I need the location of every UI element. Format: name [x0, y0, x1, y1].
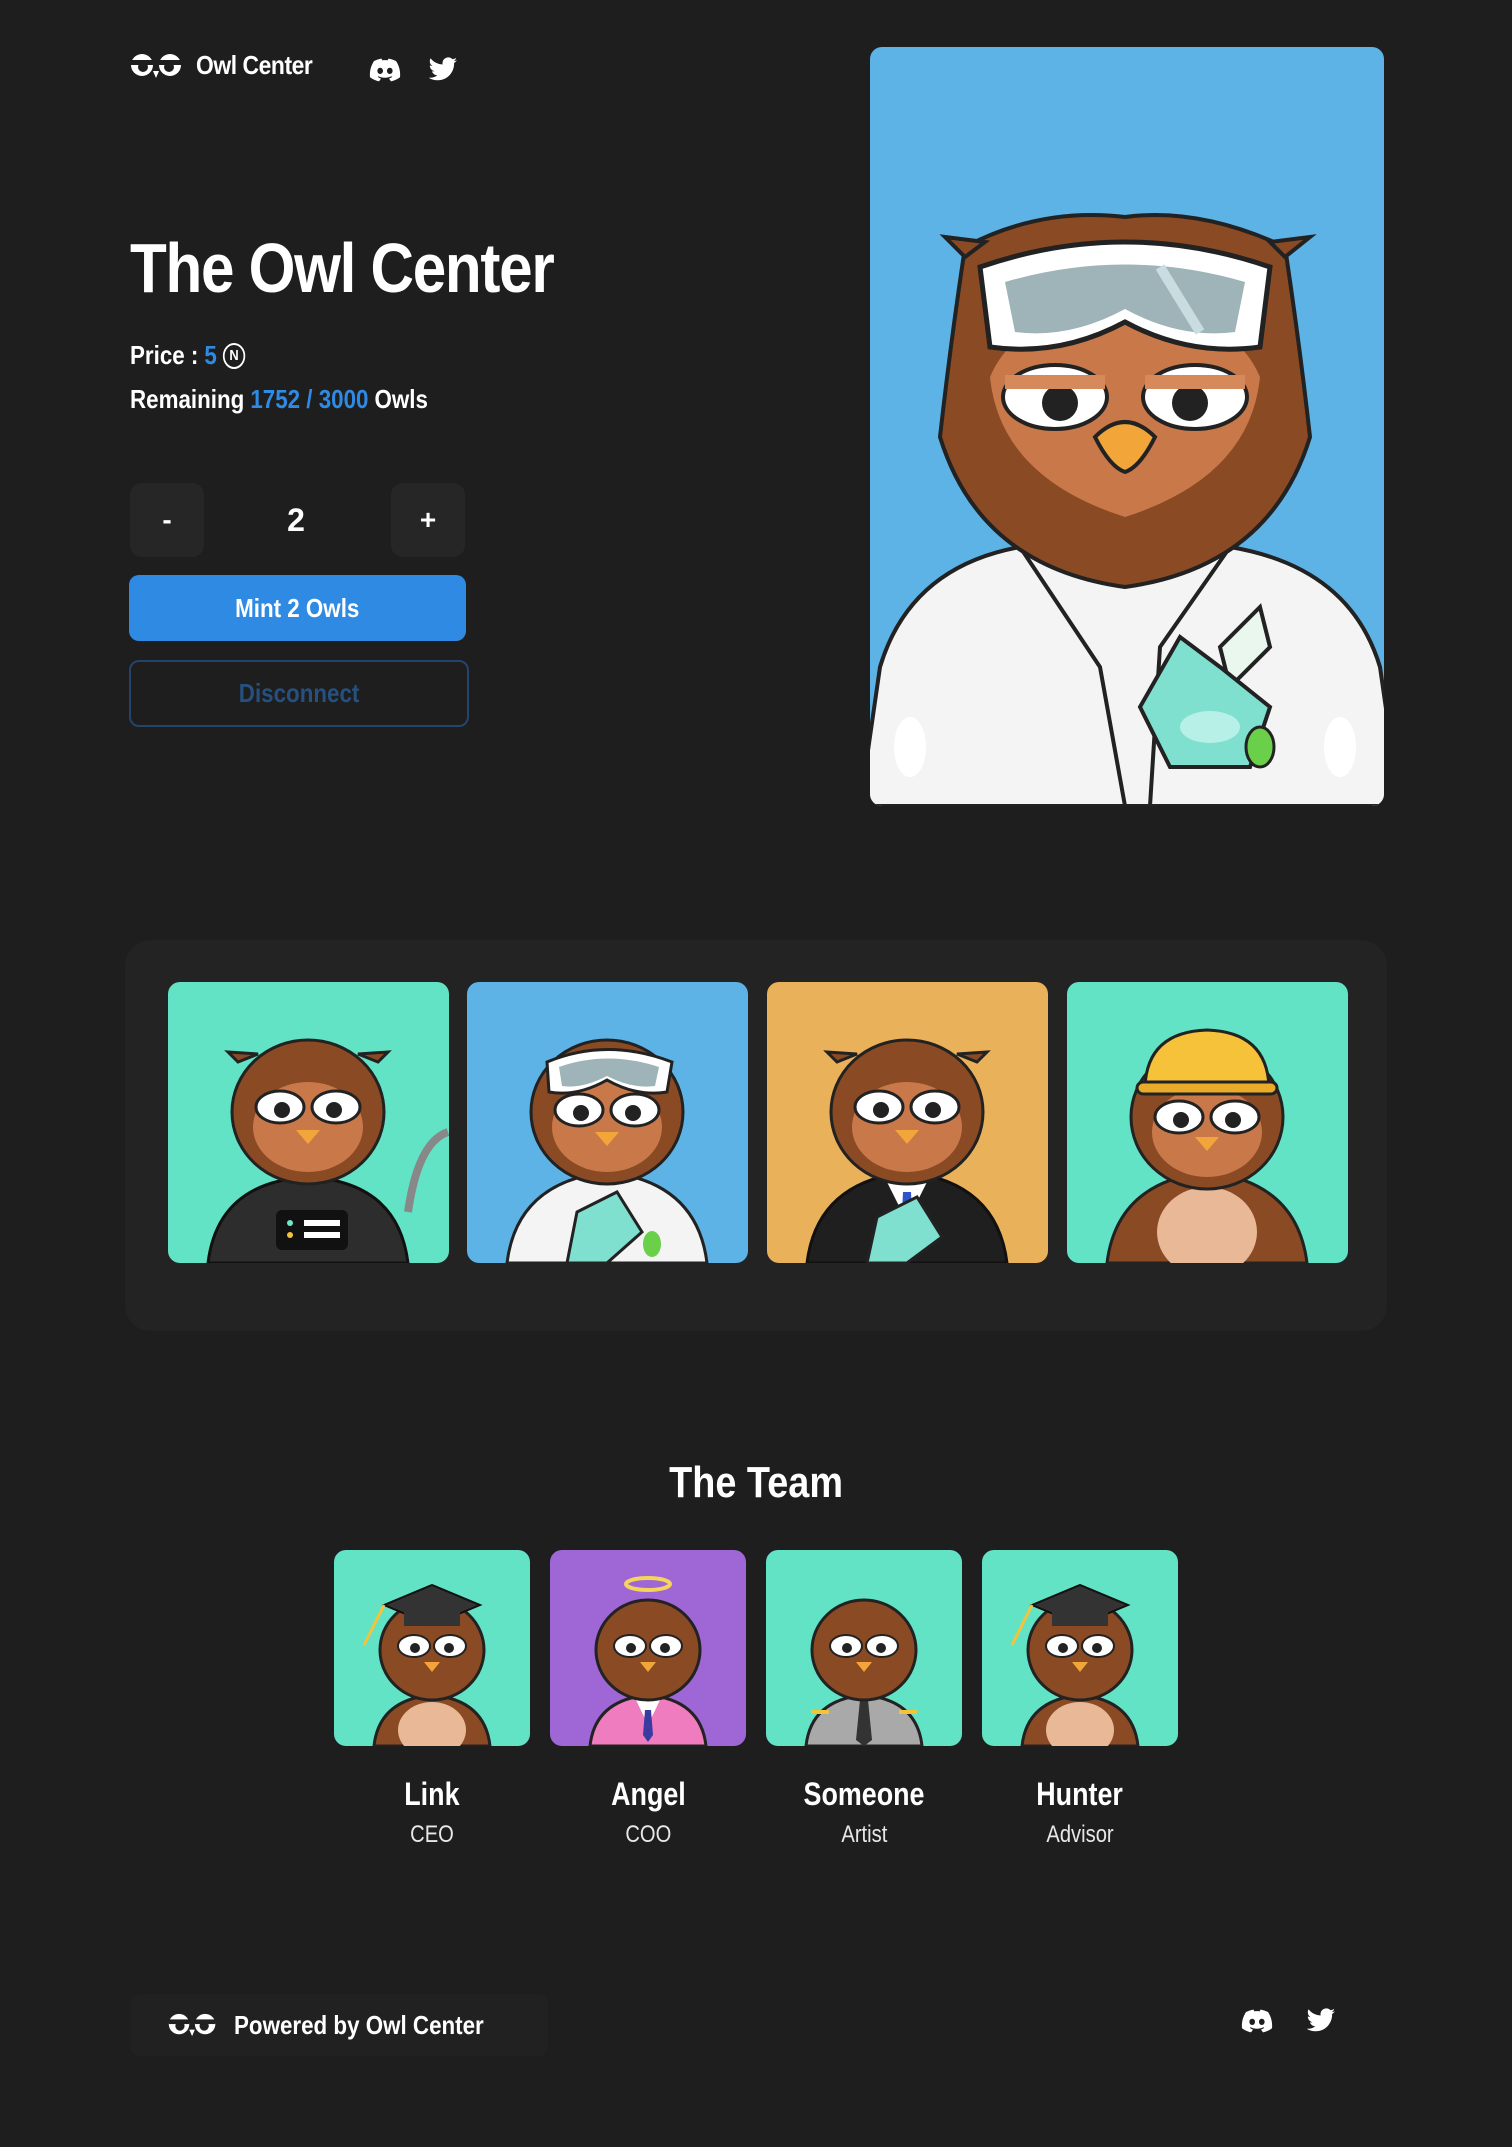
discord-icon[interactable] [1240, 2006, 1274, 2036]
hero-owl-image [870, 47, 1384, 806]
discord-icon[interactable] [368, 55, 402, 85]
team-member-angel: Angel COO [550, 1550, 746, 1849]
owl-gallery [125, 940, 1387, 1331]
gallery-item-scientist[interactable] [467, 982, 748, 1263]
mint-button-label: Mint 2 Owls [235, 592, 360, 623]
team-member-someone: Someone Artist [766, 1550, 962, 1849]
member-name-text: Link [404, 1776, 460, 1812]
remaining-row: Remaining 1752 / 3000 Owls [130, 384, 428, 415]
member-name: Hunter [982, 1776, 1178, 1813]
price-row: Price : 5 N [130, 340, 246, 371]
member-role: Artist [766, 1821, 962, 1849]
brand-name: Owl Center [196, 50, 313, 80]
member-role: CEO [334, 1821, 530, 1849]
remaining-label: Remaining [130, 384, 245, 414]
gallery-item-astronaut[interactable] [168, 982, 449, 1263]
team-title-text: The Team [669, 1458, 843, 1507]
price-value: 5 [204, 340, 217, 370]
member-avatar [550, 1550, 746, 1746]
owl-eyes-logo-icon [131, 53, 181, 78]
disconnect-button-label: Disconnect [238, 678, 360, 708]
member-name: Link [334, 1776, 530, 1813]
member-name: Angel [550, 1776, 746, 1813]
team-member-link: Link CEO [334, 1550, 530, 1849]
member-avatar [766, 1550, 962, 1746]
twitter-icon[interactable] [426, 55, 460, 85]
header-social-links [368, 55, 460, 85]
owl-eyes-logo-icon [168, 2013, 216, 2037]
remaining-count: 1752 / 3000 [250, 384, 369, 414]
quantity-value: 2 [287, 501, 305, 538]
member-name: Someone [766, 1776, 962, 1813]
near-icon: N [222, 342, 246, 369]
decrement-button[interactable]: - [130, 483, 204, 557]
member-role: COO [550, 1821, 746, 1849]
member-avatar [334, 1550, 530, 1746]
disconnect-button[interactable]: Disconnect [129, 660, 469, 727]
member-role-text: COO [625, 1821, 671, 1848]
page-title: The Owl Center [130, 229, 555, 307]
member-avatar [982, 1550, 1178, 1746]
remaining-unit: Owls [374, 384, 428, 414]
member-role-text: Artist [841, 1821, 887, 1848]
gallery-item-businessman[interactable] [767, 982, 1048, 1263]
member-role-text: Advisor [1046, 1821, 1114, 1848]
increment-button[interactable]: + [391, 483, 465, 557]
price-label: Price : [130, 340, 199, 370]
footer-social-links [1240, 2006, 1338, 2036]
gallery-item-builder[interactable] [1067, 982, 1348, 1263]
member-name-text: Angel [610, 1776, 686, 1812]
member-role-text: CEO [410, 1821, 454, 1848]
team-member-hunter: Hunter Advisor [982, 1550, 1178, 1849]
footer-brand[interactable]: Powered by Owl Center [130, 1994, 548, 2056]
mint-button[interactable]: Mint 2 Owls [129, 575, 466, 641]
brand[interactable]: Owl Center [128, 50, 328, 81]
twitter-icon[interactable] [1304, 2006, 1338, 2036]
footer-text: Powered by Owl Center [234, 2009, 484, 2040]
member-name-text: Hunter [1036, 1776, 1124, 1812]
member-name-text: Someone [803, 1776, 925, 1812]
member-role: Advisor [982, 1821, 1178, 1849]
team-title: The Team [0, 1458, 1512, 1508]
